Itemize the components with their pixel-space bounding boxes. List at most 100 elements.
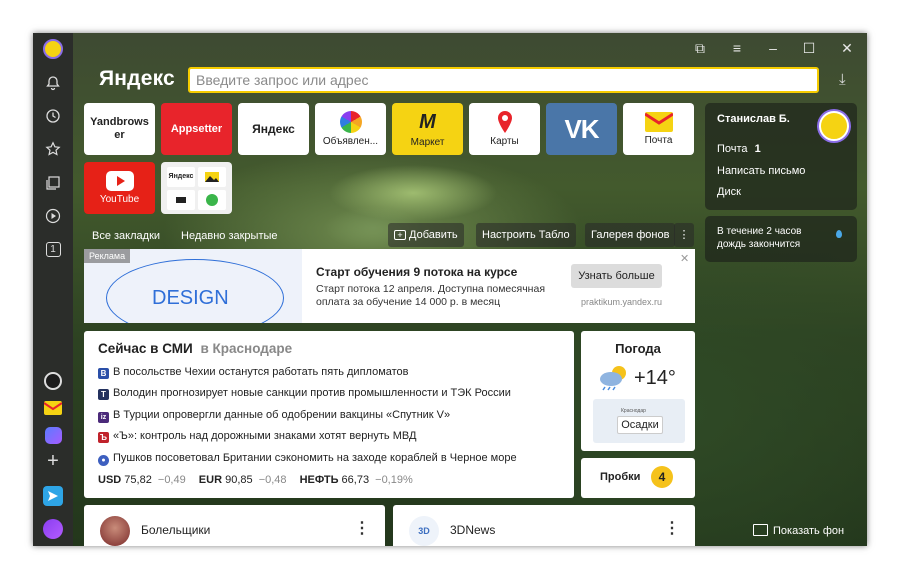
news-item[interactable]: iz В Турции опровергли данные об одобрени… (98, 409, 450, 423)
news-item[interactable]: T Володин прогнозирует новые санкции прот… (98, 387, 511, 400)
mail-link[interactable]: Почта 1 (717, 143, 761, 155)
tile-appsetter[interactable]: Appsetter (161, 103, 232, 155)
write-mail-link[interactable]: Написать письмо (717, 165, 805, 177)
yandex-logo[interactable]: Яндекс (99, 67, 175, 91)
traffic-label: Пробки (600, 471, 641, 483)
tile-ads[interactable]: Объявлен... (315, 103, 386, 155)
ad-domain[interactable]: praktikum.yandex.ru (581, 297, 662, 307)
news-item[interactable]: ● Пушков посоветовал Британии сэкономить … (98, 452, 517, 466)
card-fans[interactable]: Болельщики ⋮ (84, 505, 385, 546)
tile-mail[interactable]: Почта (623, 103, 694, 155)
maximize-icon[interactable]: ☐ (799, 39, 819, 57)
tile-label: Маркет (410, 136, 445, 148)
alice-icon[interactable] (43, 519, 63, 539)
ad-banner[interactable]: DESIGN Реклама Старт обучения 9 потока н… (84, 249, 695, 323)
tile-label: Объявлен... (322, 136, 379, 147)
gallery-button[interactable]: Галерея фонов (585, 223, 676, 247)
search-field[interactable] (188, 67, 819, 93)
ad-image-text: DESIGN (152, 287, 229, 309)
rain-widget[interactable]: В течение 2 часов дождь закончится (705, 216, 857, 262)
ad-image: DESIGN Реклама (84, 249, 302, 323)
news-text: В Турции опровергли данные об одобрении … (113, 409, 451, 421)
card-logo: 3D (409, 516, 439, 546)
card-title: Болельщики (141, 523, 211, 537)
collections-icon[interactable] (43, 173, 63, 193)
messenger-app-icon[interactable] (43, 425, 63, 445)
mail-envelope-icon (644, 112, 673, 132)
tile-yandbrowser[interactable]: Yandbrows er (84, 103, 155, 155)
tile-folder[interactable]: Яндекс (161, 162, 232, 214)
news-region[interactable]: в Краснодаре (201, 341, 293, 356)
title-bar: ⧉ ≡ – ☐ ✕ (73, 33, 867, 63)
play-icon[interactable] (43, 206, 63, 226)
ad-close-icon[interactable]: ✕ (680, 252, 689, 265)
weather-map[interactable]: Краснодар Осадки (593, 399, 685, 443)
customize-board-button[interactable]: Настроить Табло (476, 223, 576, 247)
avatar[interactable] (819, 111, 849, 141)
tile-yandex[interactable]: Яндекс (238, 103, 309, 155)
avatar-icon[interactable] (43, 39, 63, 59)
tile-maps[interactable]: Карты (469, 103, 540, 155)
history-icon[interactable] (43, 106, 63, 126)
news-item[interactable]: Ъ «Ъ»: контроль над дорожными знаками хот… (98, 430, 416, 443)
card-menu-icon[interactable]: ⋮ (664, 518, 680, 538)
learn-more-button[interactable]: Узнать больше (571, 264, 662, 288)
mail-label: Почта (717, 143, 748, 155)
source-icon: Ъ (98, 432, 109, 443)
add-app-icon[interactable]: + (43, 450, 63, 472)
add-label: Добавить (409, 229, 458, 241)
rate-eur[interactable]: EUR 90,85 −0,48 (199, 474, 287, 486)
rate-oil[interactable]: НЕФТЬ 66,73 −0,19% (300, 474, 413, 486)
news-title[interactable]: Сейчас в СМИ в Краснодаре (98, 341, 292, 356)
show-background-label: Показать фон (773, 525, 845, 537)
tab-count-icon[interactable]: 1 (43, 239, 63, 259)
map-pin-icon (497, 111, 512, 133)
folder-zen-icon (167, 189, 195, 210)
traffic-widget[interactable]: Пробки 4 (581, 458, 695, 498)
disk-link[interactable]: Диск (717, 186, 741, 198)
mail-count: 1 (754, 143, 761, 155)
show-background-button[interactable]: Показать фон (753, 524, 844, 537)
download-icon[interactable]: ⤓ (839, 71, 846, 88)
profile-panel: Станислав Б. Почта 1 Написать письмо Дис… (705, 103, 857, 210)
close-icon[interactable]: ✕ (837, 39, 857, 57)
tile-vk[interactable]: VK (546, 103, 617, 155)
tile-label: Yandbrows er (90, 116, 149, 141)
mail-app-icon[interactable] (43, 398, 63, 418)
all-bookmarks-link[interactable]: Все закладки (92, 226, 160, 246)
news-text: В посольстве Чехии останутся работать пя… (113, 366, 409, 378)
news-widget: Сейчас в СМИ в Краснодаре В В посольстве … (84, 331, 574, 498)
bell-icon[interactable] (43, 73, 63, 93)
news-text: Пушков посоветовал Британии сэкономить н… (113, 452, 517, 464)
sidebar: 1 + (33, 33, 73, 546)
tile-label: Яндекс (252, 122, 295, 136)
news-title-text: Сейчас в СМИ (98, 341, 193, 356)
rate-usd[interactable]: USD 75,82 −0,49 (98, 474, 186, 486)
weather-widget[interactable]: Погода +14° Краснодар Осадки (581, 331, 695, 451)
browser-window: 1 + ⧉ ≡ – ☐ ✕ Яндекс ⤓ (33, 33, 867, 546)
menu-icon[interactable]: ≡ (727, 39, 747, 57)
tile-youtube[interactable]: YouTube (84, 162, 155, 214)
add-button[interactable]: + Добавить (388, 223, 464, 247)
camera-app-icon[interactable] (43, 371, 63, 391)
bookmark-manager-icon[interactable]: ⧉ (690, 39, 710, 57)
folder-yandex: Яндекс (167, 166, 195, 187)
news-item[interactable]: В В посольстве Чехии останутся работать п… (98, 366, 409, 379)
recently-closed-link[interactable]: Недавно закрытые (181, 226, 278, 246)
more-icon[interactable]: ⋮ (674, 223, 694, 247)
minimize-icon[interactable]: – (763, 39, 783, 57)
rates-row: USD 75,82 −0,49 EUR 90,85 −0,48 НЕФТЬ 66… (98, 474, 413, 486)
card-menu-icon[interactable]: ⋮ (354, 518, 370, 538)
profile-name[interactable]: Станислав Б. (717, 113, 790, 125)
youtube-play-icon (105, 171, 134, 191)
precip-button[interactable]: Осадки (617, 416, 663, 434)
market-logo-icon: M (419, 110, 436, 133)
card-3dnews[interactable]: 3D 3DNews ⋮ (393, 505, 695, 546)
star-icon[interactable] (43, 139, 63, 159)
search-input[interactable] (190, 69, 817, 91)
send-app-icon[interactable] (43, 486, 63, 506)
news-text: Володин прогнозирует новые санкции проти… (113, 387, 511, 399)
rain-text: В течение 2 часов дождь закончится (717, 226, 802, 250)
traffic-score: 4 (651, 466, 673, 488)
tile-market[interactable]: M Маркет (392, 103, 463, 155)
